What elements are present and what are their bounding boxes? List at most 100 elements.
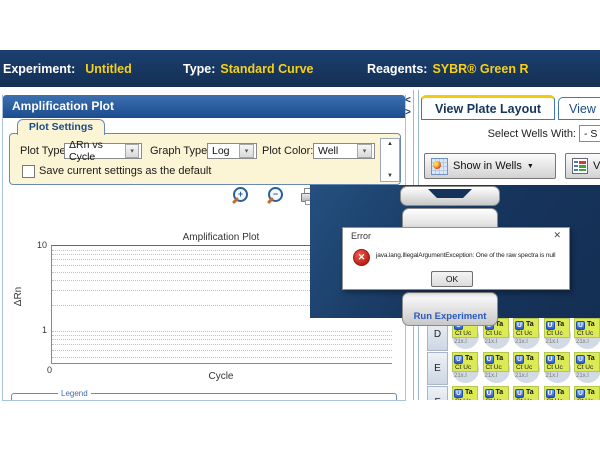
- scroll-up-icon[interactable]: ▲: [381, 141, 399, 147]
- ok-button-label: OK: [446, 274, 458, 284]
- well-chip: UTaCt Uc: [483, 386, 509, 400]
- well[interactable]: UTaCt Uc21x.l: [513, 318, 541, 352]
- panel-title: Amplification Plot: [12, 99, 114, 113]
- settings-scrollbar[interactable]: ▲ ▼: [380, 138, 400, 182]
- well[interactable]: UTaCt Uc21x.l: [544, 386, 572, 400]
- zoom-in-icon[interactable]: +: [231, 187, 248, 206]
- well-target-label: Ta: [496, 355, 504, 362]
- task-unknown-badge: U: [576, 355, 585, 364]
- well-target-label: Ta: [465, 355, 473, 362]
- collapse-left-icon[interactable]: <: [405, 96, 411, 106]
- type-value: Standard Curve: [220, 62, 313, 76]
- well-line2-label: Ct Uc: [575, 330, 599, 338]
- well-chip: UTaCt Uc: [544, 318, 570, 338]
- well[interactable]: UTaCt Uc21x.l: [574, 352, 600, 386]
- save-default-checkbox[interactable]: [22, 165, 35, 178]
- well-sample-label: 21x.l: [485, 373, 498, 379]
- well[interactable]: UTaCt Uc21x.l: [513, 386, 541, 400]
- chevron-down-icon[interactable]: ▾: [239, 144, 254, 158]
- well-line2-label: Ct Uc: [545, 330, 569, 338]
- well-line2-label: Ct Uc: [484, 398, 508, 400]
- well-chip: UTaCt Uc: [513, 386, 539, 400]
- y-tick-10: 10: [27, 240, 47, 250]
- run-experiment-button[interactable]: Run Experiment: [402, 292, 498, 326]
- well[interactable]: UTaCt Uc21x.l: [574, 386, 600, 400]
- minus-glyph: −: [273, 190, 278, 199]
- graph-type-dropdown[interactable]: Log ▾: [207, 143, 257, 159]
- zoom-out-icon[interactable]: −: [266, 187, 283, 206]
- well-target-label: Ta: [526, 321, 534, 328]
- well-sample-label: 21x.l: [576, 373, 589, 379]
- instrument-door-button[interactable]: [400, 186, 500, 206]
- well-line2-label: Ct Uc: [514, 398, 538, 400]
- run-experiment-label: Run Experiment: [414, 311, 487, 322]
- x-axis-label: Cycle: [51, 371, 391, 382]
- graph-type-label: Graph Type:: [150, 143, 210, 159]
- gridline: [52, 350, 392, 351]
- scroll-down-icon[interactable]: ▼: [381, 173, 399, 179]
- plot-type-label: Plot Type:: [20, 143, 69, 159]
- experiment-value: Untitled: [85, 62, 132, 76]
- task-unknown-badge: U: [515, 355, 524, 364]
- well-chip: UTaCt Uc: [513, 318, 539, 338]
- well-line2-label: Ct Uc: [514, 364, 538, 372]
- well-target-label: Ta: [526, 389, 534, 396]
- well[interactable]: UTaCt Uc21x.l: [544, 318, 572, 352]
- gridline: [52, 357, 392, 358]
- well-target-label: Ta: [557, 389, 565, 396]
- well-line2-label: Ct Uc: [545, 364, 569, 372]
- plate-row-label: E: [427, 352, 448, 385]
- task-unknown-badge: U: [515, 321, 524, 330]
- well-chip: UTaCt Uc: [574, 386, 600, 400]
- gridline: [52, 335, 392, 336]
- well[interactable]: UTa Ct Uc21x.l: [483, 352, 511, 386]
- well-line2-label: Ct Uc: [484, 364, 508, 372]
- well[interactable]: UTaCt Uc21x.l: [452, 352, 480, 386]
- error-message: java.lang.IllegalArgumentException: One …: [376, 252, 566, 259]
- plot-color-value: Well: [318, 145, 338, 157]
- well[interactable]: UTaCt Uc21x.l: [452, 386, 480, 400]
- graph-type-value: Log: [212, 145, 230, 157]
- well[interactable]: UTaCt Uc21x.l: [574, 318, 600, 352]
- error-icon: ✕: [353, 249, 370, 266]
- task-unknown-badge: U: [454, 355, 463, 364]
- tab-plot-settings[interactable]: Plot Settings: [17, 119, 105, 135]
- plot-type-value: ΔRn vs Cycle: [69, 139, 125, 163]
- well[interactable]: UTaCt Uc21x.l: [513, 352, 541, 386]
- tab-view-plate-layout[interactable]: View Plate Layout: [421, 95, 555, 120]
- well-chip: UTaCt Uc: [452, 386, 478, 400]
- chevron-down-icon[interactable]: ▾: [357, 144, 372, 158]
- gridline: [52, 339, 392, 340]
- task-unknown-badge: U: [485, 355, 494, 364]
- dialog-title: Error: [351, 231, 371, 241]
- type-info-group: Type:Standard Curve: [183, 62, 314, 76]
- task-unknown-badge: U: [546, 389, 555, 398]
- tab-view-plate-layout-label: View Plate Layout: [435, 102, 541, 116]
- well[interactable]: UTaCt Uc21x.l: [544, 352, 572, 386]
- well-line2-label: Ct Uc: [453, 330, 477, 338]
- plate-row-label: F: [427, 386, 448, 400]
- task-unknown-badge: U: [576, 389, 585, 398]
- well-sample-label: 21x.l: [546, 339, 559, 345]
- well-target-label: Ta: [557, 355, 565, 362]
- plot-type-dropdown[interactable]: ΔRn vs Cycle ▾: [64, 143, 142, 159]
- chevron-down-icon[interactable]: ▾: [125, 144, 139, 158]
- reagents-value: SYBR® Green R: [432, 62, 528, 76]
- well-target-label: Ta: [465, 389, 473, 396]
- experiment-info-group: Experiment:Untitled: [3, 62, 132, 76]
- task-unknown-badge: U: [485, 389, 494, 398]
- well[interactable]: UTaCt Uc21x.l: [483, 386, 511, 400]
- panel-header: Amplification Plot: [3, 95, 405, 118]
- well-line2-label: Ct Uc: [484, 330, 508, 338]
- well-sample-label: 21x.l: [454, 339, 467, 345]
- y-axis-label: ΔRn: [13, 287, 24, 306]
- error-dialog: Error ✕ ✕ java.lang.IllegalArgumentExcep…: [342, 227, 570, 290]
- well-chip: UTa Ct Uc: [483, 352, 509, 372]
- collapse-right-icon[interactable]: >: [405, 108, 411, 118]
- well-sample-label: 21x.l: [576, 339, 589, 345]
- close-icon[interactable]: ✕: [553, 230, 561, 241]
- ok-button[interactable]: OK: [431, 271, 473, 287]
- well-target-label: Ta: [557, 321, 565, 328]
- well-line2-label: Ct Uc: [575, 364, 599, 372]
- plot-color-dropdown[interactable]: Well ▾: [313, 143, 375, 159]
